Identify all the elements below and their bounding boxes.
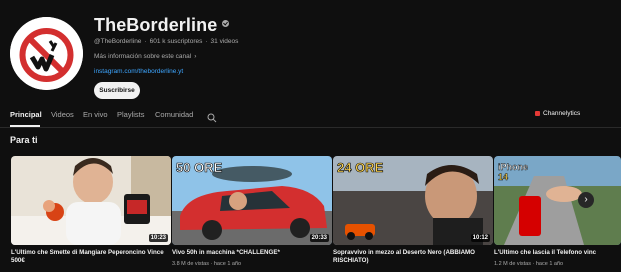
more-info-text: Más información sobre este canal xyxy=(94,53,192,60)
video-thumbnail[interactable]: 50 ORE 20:33 xyxy=(172,156,332,245)
video-title[interactable]: L'Ultimo che Smette di Mangiare Peperonc… xyxy=(11,249,171,265)
avatar-logo-icon xyxy=(10,17,83,90)
tab-principal[interactable]: Principal xyxy=(10,110,42,119)
carousel-next-button[interactable]: › xyxy=(578,192,594,208)
video-title-line: RISCHIATO) xyxy=(333,257,369,264)
video-meta: 1.2 M de vistas · hace 1 año xyxy=(494,261,564,267)
video-title-line: Vivo 50h in macchina *CHALLENGE* xyxy=(172,249,280,256)
tab-en-vivo[interactable]: En vivo xyxy=(83,110,108,119)
tab-comunidad[interactable]: Comunidad xyxy=(155,110,193,119)
tab-playlists[interactable]: Playlists xyxy=(117,110,145,119)
video-thumbnail[interactable]: iPhone 14 xyxy=(494,156,621,245)
channel-name-text: TheBorderline xyxy=(94,15,218,35)
video-duration: 10:23 xyxy=(148,234,168,242)
subscriber-count: 601 k suscriptores xyxy=(149,38,203,45)
channelytics-label: Channelytics xyxy=(543,110,581,117)
video-thumbnail[interactable]: 24 ORE 10:12 xyxy=(333,156,493,245)
search-icon[interactable] xyxy=(207,110,217,123)
chevron-right-icon: › xyxy=(194,53,197,60)
video-thumbnail[interactable]: 10:23 xyxy=(11,156,171,245)
thumbnail-overlay-text: 24 ORE xyxy=(337,160,384,176)
section-title: Para ti xyxy=(10,135,38,145)
overlay-line: iPhone xyxy=(498,162,529,172)
channelytics-icon xyxy=(535,111,540,116)
channel-meta: @TheBorderline · 601 k suscriptores · 31 vid… xyxy=(94,38,239,45)
video-count: 31 videos xyxy=(210,38,239,45)
channel-external-link[interactable]: instagram.com/theborderline.yt xyxy=(94,68,183,75)
thumbnail-overlay-text: 50 ORE xyxy=(176,160,223,176)
thumbnail-overlay-text: iPhone 14 xyxy=(498,162,528,182)
tab-divider xyxy=(0,127,621,128)
channelytics-extension[interactable]: Channelytics xyxy=(535,110,580,117)
video-title[interactable]: Vivo 50h in macchina *CHALLENGE* xyxy=(172,249,332,257)
subscribe-button[interactable]: Suscribirse xyxy=(94,82,140,99)
video-meta: 3.8 M de vistas · hace 1 año xyxy=(172,261,242,267)
channel-avatar[interactable] xyxy=(10,17,83,90)
video-title-line: Sopravvivo in mezzo al Deserto Nero (ABB… xyxy=(333,249,475,256)
video-duration: 20:33 xyxy=(309,234,329,242)
chevron-right-icon: › xyxy=(584,194,588,205)
more-info-link[interactable]: Más información sobre este canal › xyxy=(94,53,196,60)
video-title-line: 500€ xyxy=(11,257,25,264)
overlay-line: 14 xyxy=(498,172,509,182)
channel-handle: @TheBorderline xyxy=(94,38,142,45)
video-title-line: L'Ultimo che Smette di Mangiare Peperonc… xyxy=(11,249,164,256)
video-title-line: L'Ultimo che lascia il Telefono vinc xyxy=(494,249,597,256)
verified-icon xyxy=(222,20,230,27)
channel-name: TheBorderline xyxy=(94,15,230,36)
video-title[interactable]: L'Ultimo che lascia il Telefono vinc xyxy=(494,249,621,257)
tab-videos[interactable]: Videos xyxy=(51,110,74,119)
video-title[interactable]: Sopravvivo in mezzo al Deserto Nero (ABB… xyxy=(333,249,493,265)
video-duration: 10:12 xyxy=(470,234,490,242)
